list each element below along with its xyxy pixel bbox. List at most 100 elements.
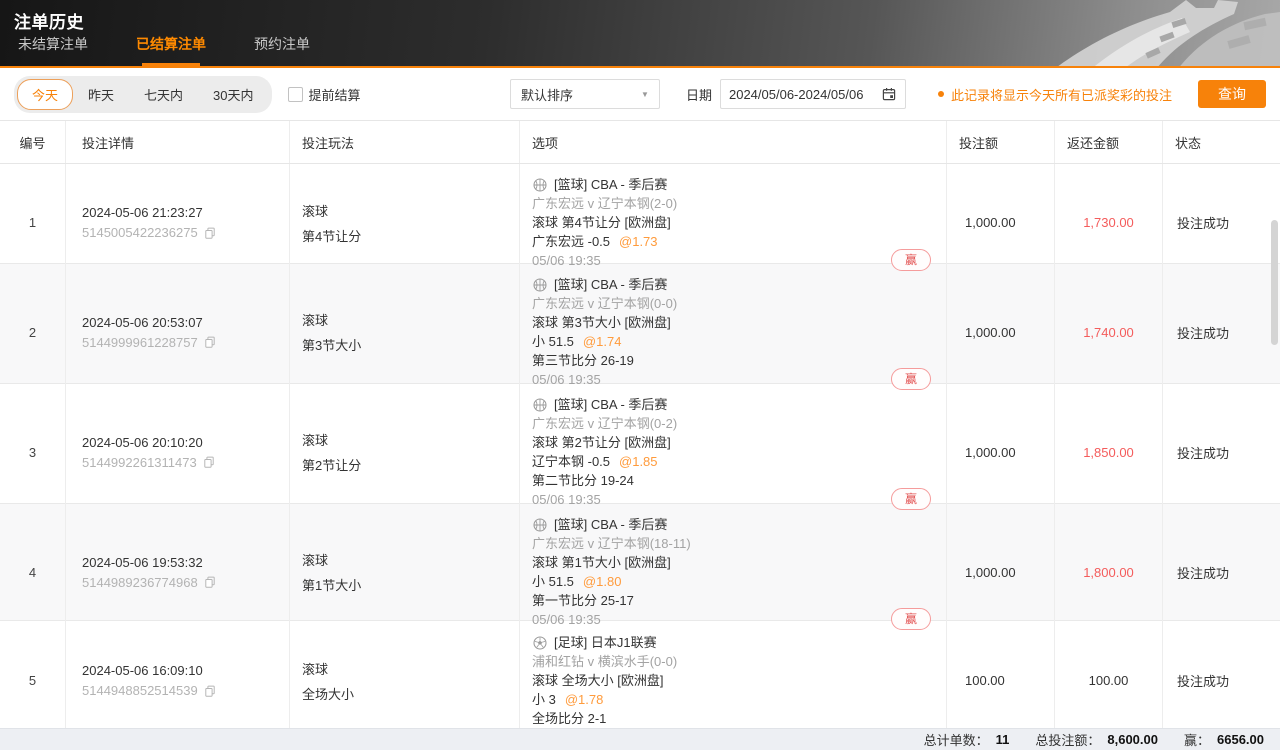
sport-icon xyxy=(532,397,548,413)
pick-line: 辽宁本钢 -0.5@1.85 xyxy=(532,452,934,471)
teams-line: 广东宏远 v 辽宁本钢(18-11) xyxy=(532,534,934,553)
row-number: 2 xyxy=(0,264,66,400)
payout-amount: 1,850.00 xyxy=(1055,384,1163,520)
chevron-down-icon: ▼ xyxy=(641,90,649,99)
copy-icon[interactable] xyxy=(202,455,216,469)
market-line: 滚球 第3节大小 [欧洲盘] xyxy=(532,313,934,332)
payout-amount: 1,800.00 xyxy=(1055,504,1163,640)
sport-icon xyxy=(532,277,548,293)
table-header: 编号 投注详情 投注玩法 选项 投注额 返还金额 状态 xyxy=(0,120,1280,164)
filter-7days[interactable]: 七天内 xyxy=(129,79,198,110)
summary-bar: 总计单数： 11 总投注额： 8,600.00 赢： 6656.00 xyxy=(0,728,1280,750)
filter-30days[interactable]: 30天内 xyxy=(198,79,268,110)
early-settle-label: 提前结算 xyxy=(309,85,361,104)
table-row: 5 2024-05-06 16:09:10 5144948852514539 滚… xyxy=(0,621,1280,741)
play-market: 第4节让分 xyxy=(302,226,519,245)
table-row: 1 2024-05-06 21:23:27 5145005422236275 滚… xyxy=(0,164,1280,264)
col-header-status: 状态 xyxy=(1163,121,1280,163)
score-line: 全场比分 2-1 xyxy=(532,709,934,728)
odds-value: @1.80 xyxy=(583,572,622,591)
date-label: 日期 xyxy=(686,85,712,104)
summary-win-label: 赢： xyxy=(1184,730,1210,749)
page-header: 注单历史 未结算注单 已结算注单 预约注单 xyxy=(0,0,1280,68)
league-line: [篮球] CBA - 季后赛 xyxy=(532,515,934,534)
tab-bar: 未结算注单 已结算注单 预约注单 xyxy=(14,34,314,66)
bet-time: 2024-05-06 21:23:27 xyxy=(82,205,289,220)
date-filter: 日期 2024/05/06-2024/05/06 xyxy=(686,79,906,109)
col-header-detail: 投注详情 xyxy=(66,121,290,163)
league-line: [篮球] CBA - 季后赛 xyxy=(532,275,934,294)
table-body: 1 2024-05-06 21:23:27 5145005422236275 滚… xyxy=(0,164,1280,741)
stake-amount: 1,000.00 xyxy=(947,504,1055,640)
teams-line: 广东宏远 v 辽宁本钢(2-0) xyxy=(532,194,934,213)
status-text: 投注成功 xyxy=(1163,621,1280,740)
copy-icon[interactable] xyxy=(203,335,217,349)
page-title: 注单历史 xyxy=(14,8,84,33)
date-range-value: 2024/05/06-2024/05/06 xyxy=(729,87,863,102)
pick-line: 广东宏远 -0.5@1.73 xyxy=(532,232,934,251)
play-market: 第3节大小 xyxy=(302,335,519,354)
bet-time: 2024-05-06 16:09:10 xyxy=(82,663,289,678)
notice-dot-icon xyxy=(938,91,944,97)
row-number: 4 xyxy=(0,504,66,640)
sort-select-value: 默认排序 xyxy=(521,85,573,104)
col-header-selection: 选项 xyxy=(520,121,947,163)
sport-icon xyxy=(532,635,548,651)
calendar-icon[interactable] xyxy=(881,86,897,102)
filter-yesterday[interactable]: 昨天 xyxy=(73,79,129,110)
market-line: 滚球 全场大小 [欧洲盘] xyxy=(532,671,934,690)
play-type: 滚球 xyxy=(302,550,519,569)
col-header-no: 编号 xyxy=(0,121,66,163)
tab-unsettled[interactable]: 未结算注单 xyxy=(14,34,92,66)
bet-time: 2024-05-06 19:53:32 xyxy=(82,555,289,570)
payout-amount: 100.00 xyxy=(1055,621,1163,740)
search-button[interactable]: 查询 xyxy=(1198,80,1266,108)
row-number: 5 xyxy=(0,621,66,740)
teams-line: 浦和红钻 v 横滨水手(0-0) xyxy=(532,652,934,671)
sort-select[interactable]: 默认排序 ▼ xyxy=(510,79,660,109)
checkbox-icon[interactable] xyxy=(288,87,303,102)
quick-date-filters: 今天 昨天 七天内 30天内 xyxy=(14,76,272,113)
bet-time: 2024-05-06 20:10:20 xyxy=(82,435,289,450)
filter-today[interactable]: 今天 xyxy=(17,79,73,110)
tab-reserved[interactable]: 预约注单 xyxy=(250,34,314,66)
tab-settled[interactable]: 已结算注单 xyxy=(132,34,210,66)
summary-stake-value: 8,600.00 xyxy=(1107,732,1158,747)
tab-settled-label: 已结算注单 xyxy=(136,36,206,52)
odds-value: @1.85 xyxy=(619,452,658,471)
odds-value: @1.74 xyxy=(583,332,622,351)
odds-value: @1.78 xyxy=(565,690,604,709)
betting-history-page: 注单历史 未结算注单 已结算注单 预约注单 今天 昨天 七天内 30天内 提前结… xyxy=(0,0,1280,750)
score-line: 第二节比分 19-24 xyxy=(532,471,934,490)
payout-amount: 1,740.00 xyxy=(1055,264,1163,400)
early-settle-checkbox[interactable]: 提前结算 xyxy=(288,85,361,104)
market-line: 滚球 第4节让分 [欧洲盘] xyxy=(532,213,934,232)
table-row: 4 2024-05-06 19:53:32 5144989236774968 滚… xyxy=(0,504,1280,621)
copy-icon[interactable] xyxy=(203,575,217,589)
status-text: 投注成功 xyxy=(1163,504,1280,640)
notice-label: 此记录将显示今天所有已派奖彩的投注 xyxy=(951,85,1172,104)
play-type: 滚球 xyxy=(302,430,519,449)
table-row: 2 2024-05-06 20:53:07 5144999961228757 滚… xyxy=(0,264,1280,384)
play-type: 滚球 xyxy=(302,659,519,678)
bet-id: 5145005422236275 xyxy=(82,225,198,240)
sport-icon xyxy=(532,517,548,533)
teams-line: 广东宏远 v 辽宁本钢(0-0) xyxy=(532,294,934,313)
pick-line: 小 51.5@1.80 xyxy=(532,572,934,591)
bet-id: 5144992261311473 xyxy=(82,455,197,470)
scrollbar[interactable] xyxy=(1271,220,1278,345)
table-row: 3 2024-05-06 20:10:20 5144992261311473 滚… xyxy=(0,384,1280,504)
market-line: 滚球 第1节大小 [欧洲盘] xyxy=(532,553,934,572)
great-wall-decoration xyxy=(1020,0,1280,68)
copy-icon[interactable] xyxy=(203,226,217,240)
bet-id: 5144989236774968 xyxy=(82,575,198,590)
active-tab-underline xyxy=(142,63,200,66)
copy-icon[interactable] xyxy=(203,684,217,698)
notice-text: 此记录将显示今天所有已派奖彩的投注 xyxy=(938,85,1172,104)
status-text: 投注成功 xyxy=(1163,384,1280,520)
pick-line: 小 3@1.78 xyxy=(532,690,934,709)
summary-stake-label: 总投注额： xyxy=(1035,730,1100,749)
play-market: 第2节让分 xyxy=(302,455,519,474)
date-range-input[interactable]: 2024/05/06-2024/05/06 xyxy=(720,79,906,109)
sport-icon xyxy=(532,177,548,193)
